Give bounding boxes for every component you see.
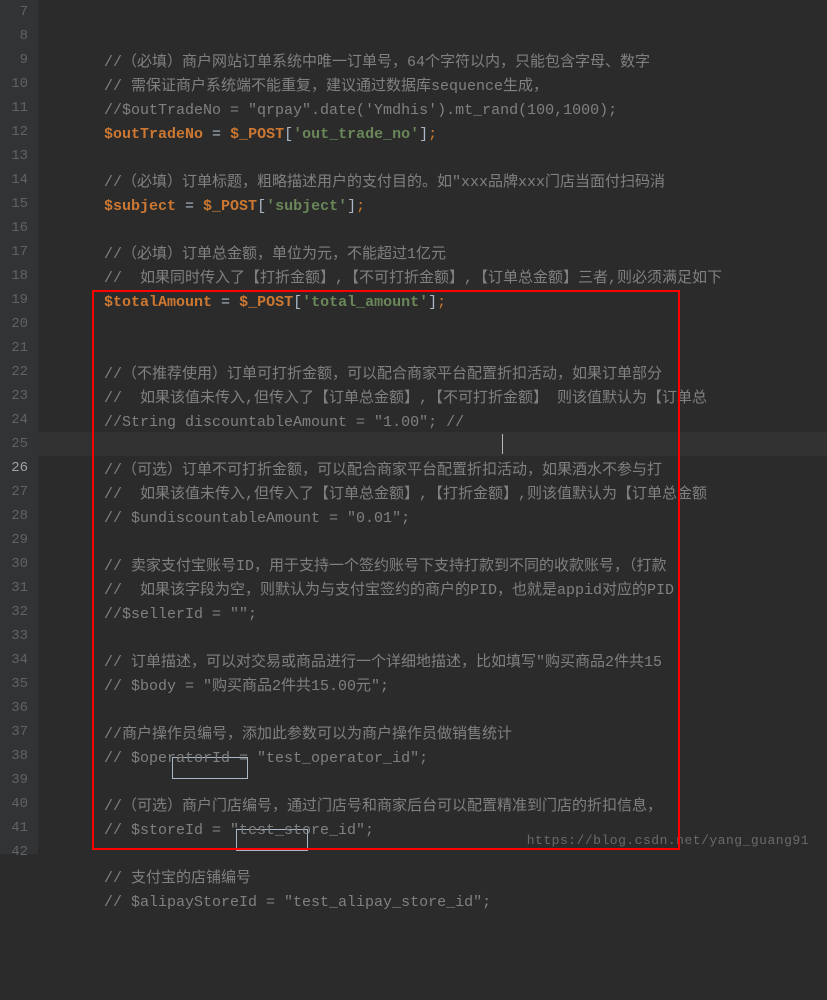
line-number: 13 <box>6 144 28 168</box>
line-number: 28 <box>6 504 28 528</box>
code-line: // $alipayStoreId = "test_alipay_store_i… <box>50 891 827 915</box>
line-number: 27 <box>6 480 28 504</box>
code-line: //商户操作员编号，添加此参数可以为商户操作员做销售统计 <box>50 723 827 747</box>
line-number: 19 <box>6 288 28 312</box>
line-number: 12 <box>6 120 28 144</box>
line-number: 32 <box>6 600 28 624</box>
line-number: 42 <box>6 840 28 864</box>
code-line: // 需保证商户系统端不能重复，建议通过数据库sequence生成， <box>50 75 827 99</box>
code-line: // 如果该值未传入,但传入了【订单总金额】,【不可打折金额】 则该值默认为【订… <box>50 387 827 411</box>
code-line: // $operatorId = "test_operator_id"; <box>50 747 827 771</box>
line-number: 14 <box>6 168 28 192</box>
line-number: 9 <box>6 48 28 72</box>
code-line <box>50 627 827 651</box>
code-line <box>50 315 827 339</box>
code-line: // $body = "购买商品2件共15.00元"; <box>50 675 827 699</box>
line-number: 40 <box>6 792 28 816</box>
code-line: // 卖家支付宝账号ID，用于支持一个签约账号下支持打款到不同的收款账号，（打款 <box>50 555 827 579</box>
line-number: 24 <box>6 408 28 432</box>
line-number: 26 <box>6 456 28 480</box>
line-number: 31 <box>6 576 28 600</box>
line-number: 10 <box>6 72 28 96</box>
line-number: 18 <box>6 264 28 288</box>
line-number: 35 <box>6 672 28 696</box>
line-number: 23 <box>6 384 28 408</box>
line-number: 16 <box>6 216 28 240</box>
line-number: 21 <box>6 336 28 360</box>
code-line: $outTradeNo = $_POST['out_trade_no']; <box>50 123 827 147</box>
line-number: 39 <box>6 768 28 792</box>
line-number: 20 <box>6 312 28 336</box>
code-line <box>50 147 827 171</box>
code-line: // $undiscountableAmount = "0.01"; <box>50 507 827 531</box>
code-line: $totalAmount = $_POST['total_amount']; <box>50 291 827 315</box>
code-line: // 订单描述，可以对交易或商品进行一个详细地描述，比如填写"购买商品2件共15 <box>50 651 827 675</box>
line-number: 17 <box>6 240 28 264</box>
code-line <box>50 435 827 459</box>
code-line: //$outTradeNo = "qrpay".date('Ymdhis').m… <box>50 99 827 123</box>
code-line <box>50 339 827 363</box>
line-number-gutter: 7891011121314151617181920212223242526272… <box>0 0 38 854</box>
line-number: 11 <box>6 96 28 120</box>
line-number: 34 <box>6 648 28 672</box>
code-line: // 支付宝的店铺编号 <box>50 867 827 891</box>
code-line: //$sellerId = ""; <box>50 603 827 627</box>
code-line <box>50 531 827 555</box>
line-number: 33 <box>6 624 28 648</box>
code-line: // 如果同时传入了【打折金额】,【不可打折金额】,【订单总金额】三者,则必须满… <box>50 267 827 291</box>
code-line: $subject = $_POST['subject']; <box>50 195 827 219</box>
line-number: 8 <box>6 24 28 48</box>
code-line: // $storeId = "test_store_id"; <box>50 819 827 843</box>
code-line: //（必填）订单总金额，单位为元，不能超过1亿元 <box>50 243 827 267</box>
code-line <box>50 771 827 795</box>
code-line: //（可选）商户门店编号，通过门店号和商家后台可以配置精准到门店的折扣信息， <box>50 795 827 819</box>
code-line: //（不推荐使用）订单可打折金额，可以配合商家平台配置折扣活动，如果订单部分 <box>50 363 827 387</box>
line-number: 41 <box>6 816 28 840</box>
line-number: 36 <box>6 696 28 720</box>
code-line <box>50 219 827 243</box>
code-line: // 如果该值未传入,但传入了【订单总金额】,【打折金额】,则该值默认为【订单总… <box>50 483 827 507</box>
line-number: 30 <box>6 552 28 576</box>
code-area[interactable]: //（必填）商户网站订单系统中唯一订单号，64个字符以内，只能包含字母、数字 /… <box>38 0 827 854</box>
code-line: //（必填）商户网站订单系统中唯一订单号，64个字符以内，只能包含字母、数字 <box>50 51 827 75</box>
line-number: 22 <box>6 360 28 384</box>
line-number: 7 <box>6 0 28 24</box>
line-number: 25 <box>6 432 28 456</box>
code-line: //String discountableAmount = "1.00"; // <box>50 411 827 435</box>
code-line: // 如果该字段为空，则默认为与支付宝签约的商户的PID，也就是appid对应的… <box>50 579 827 603</box>
line-number: 15 <box>6 192 28 216</box>
line-number: 29 <box>6 528 28 552</box>
code-line: //（可选）订单不可打折金额，可以配合商家平台配置折扣活动，如果酒水不参与打 <box>50 459 827 483</box>
code-lines: //（必填）商户网站订单系统中唯一订单号，64个字符以内，只能包含字母、数字 /… <box>50 51 827 915</box>
code-line <box>50 843 827 867</box>
line-number: 38 <box>6 744 28 768</box>
code-editor[interactable]: 7891011121314151617181920212223242526272… <box>0 0 827 854</box>
line-number: 37 <box>6 720 28 744</box>
code-line: //（必填）订单标题，粗略描述用户的支付目的。如"xxx品牌xxx门店当面付扫码… <box>50 171 827 195</box>
code-line <box>50 699 827 723</box>
